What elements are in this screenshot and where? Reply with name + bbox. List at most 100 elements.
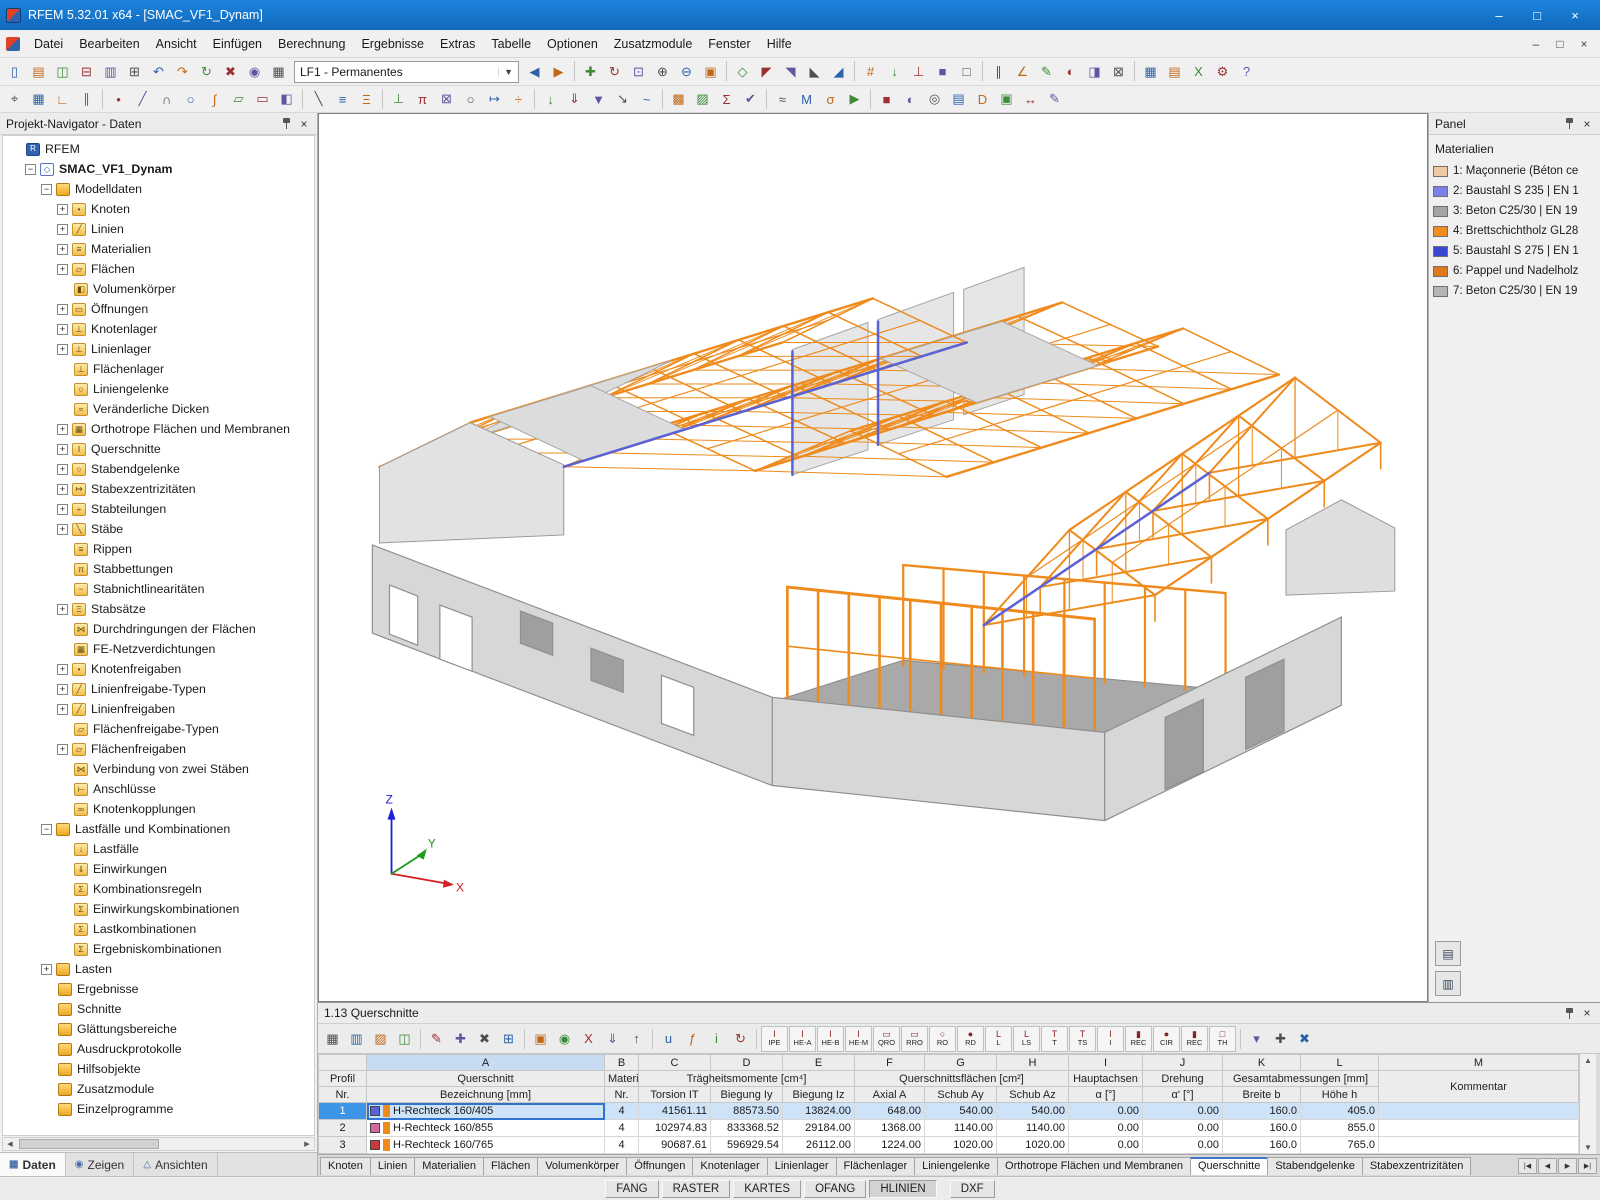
table-tab-fl-chenlager[interactable]: Flächenlager xyxy=(835,1156,916,1175)
table-cell[interactable]: 0.00 xyxy=(1068,1102,1143,1120)
tree-item-stabbettungen[interactable]: π Stabbettungen xyxy=(5,559,314,579)
internal-forces-icon[interactable]: M xyxy=(795,88,818,110)
comment-icon[interactable]: ✎ xyxy=(1035,61,1058,83)
table-tab-knotenlager[interactable]: Knotenlager xyxy=(692,1156,768,1175)
tree-item-fe-netzverdichtungen[interactable]: ▦ FE-Netzverdichtungen xyxy=(5,639,314,659)
tables-icon[interactable]: ▦ xyxy=(1139,61,1162,83)
material-legend-item[interactable]: 5: Baustahl S 275 | EN 1 xyxy=(1433,241,1596,261)
fe-mesh-icon[interactable]: ▩ xyxy=(667,88,690,110)
tree-item-st-be[interactable]: + ╲ Stäbe xyxy=(5,519,314,539)
guidelines-icon[interactable]: ∥ xyxy=(987,61,1010,83)
table-cell[interactable]: 1140.00 xyxy=(996,1119,1069,1137)
pin-icon[interactable] xyxy=(281,117,293,130)
table-cell[interactable]: 0.00 xyxy=(1142,1119,1223,1137)
new-solid-icon[interactable]: ◧ xyxy=(275,88,298,110)
previous-table-tab-icon[interactable]: ◀ xyxy=(1538,1157,1557,1174)
move-view-icon[interactable]: ✚ xyxy=(579,61,602,83)
table-cell[interactable]: 540.00 xyxy=(996,1102,1069,1120)
more-sections-icon[interactable]: ▾ xyxy=(1245,1028,1268,1050)
cross-section-name-cell[interactable]: H-Rechteck 160/405 xyxy=(366,1102,605,1120)
doc-close-button[interactable]: × xyxy=(1572,34,1596,54)
visibility-mode-icon[interactable]: ◐ xyxy=(1059,61,1082,83)
table-cell[interactable]: 0.00 xyxy=(1142,1136,1223,1154)
zoom-out-icon[interactable]: ⊖ xyxy=(675,61,698,83)
open-file-icon[interactable]: ▤ xyxy=(27,61,50,83)
ortho-mode-icon[interactable]: ∟ xyxy=(51,88,74,110)
doc-minimize-button[interactable]: – xyxy=(1524,34,1548,54)
tree-expander-icon[interactable]: + xyxy=(41,963,52,975)
maximize-button[interactable]: □ xyxy=(1518,3,1556,27)
table-cell[interactable]: 1368.00 xyxy=(854,1119,925,1137)
table-cell[interactable]: 405.0 xyxy=(1300,1102,1379,1120)
section-type-ipe-button[interactable]: I IPE xyxy=(761,1025,788,1052)
redo-icon[interactable]: ↷ xyxy=(171,61,194,83)
tree-item-linienlager[interactable]: + ⊥ Linienlager xyxy=(5,339,314,359)
section-type-rd-button[interactable]: ● RD xyxy=(957,1025,984,1052)
new-section-icon[interactable]: ✚ xyxy=(1269,1028,1292,1050)
table-cell[interactable]: 833368.52 xyxy=(710,1119,783,1137)
tree-expander-icon[interactable]: + xyxy=(57,243,68,255)
surface-support-icon[interactable]: ⊠ xyxy=(435,88,458,110)
dxf-underlay-icon[interactable]: D xyxy=(971,88,994,110)
table-tab-stabendgelenke[interactable]: Stabendgelenke xyxy=(1267,1156,1363,1175)
first-table-tab-icon[interactable]: |◀ xyxy=(1518,1157,1537,1174)
snap-icon[interactable]: ⌖ xyxy=(3,88,26,110)
table-tab-linienlager[interactable]: Linienlager xyxy=(766,1156,837,1175)
scroll-right-icon[interactable]: ▶ xyxy=(300,1140,314,1148)
table-cell[interactable]: 596929.54 xyxy=(710,1136,783,1154)
menu-ergebnisse[interactable]: Ergebnisse xyxy=(353,33,432,55)
column-letter-H[interactable]: H xyxy=(996,1054,1069,1071)
surface-load-icon[interactable]: ▼ xyxy=(587,88,610,110)
close-icon[interactable]: × xyxy=(1580,117,1594,131)
tree-item-zusatzmodule[interactable]: Zusatzmodule xyxy=(5,1079,314,1099)
tree-item-materialien[interactable]: + ≡ Materialien xyxy=(5,239,314,259)
grid-icon[interactable]: ▦ xyxy=(27,88,50,110)
copy-row-icon[interactable]: ⊞ xyxy=(497,1028,520,1050)
tree-item-schnitte[interactable]: Schnitte xyxy=(5,999,314,1019)
navigator-horizontal-scrollbar[interactable]: ◀ ▶ xyxy=(2,1137,315,1151)
table-cell[interactable]: 88573.50 xyxy=(710,1102,783,1120)
tree-item-durchdringungen-der-fl-chen[interactable]: ⋈ Durchdringungen der Flächen xyxy=(5,619,314,639)
table-cell[interactable] xyxy=(1378,1102,1579,1120)
new-rib-icon[interactable]: ≡ xyxy=(331,88,354,110)
regenerate-model-icon[interactable]: ↻ xyxy=(195,61,218,83)
block-manager-icon[interactable]: ▣ xyxy=(995,88,1018,110)
export-table-icon[interactable]: ↑ xyxy=(625,1028,648,1050)
print-preview-icon[interactable]: ▥ xyxy=(99,61,122,83)
tree-item-stabnichtlinearit-ten[interactable]: ~ Stabnichtlinearitäten xyxy=(5,579,314,599)
tree-item-modelldaten[interactable]: − Modelldaten xyxy=(5,179,314,199)
tree-expander-icon[interactable]: + xyxy=(57,743,68,755)
navigator-tab-zeigen[interactable]: ◉ Zeigen xyxy=(66,1153,135,1176)
nodal-load-icon[interactable]: ↓ xyxy=(539,88,562,110)
table-cell[interactable]: 855.0 xyxy=(1300,1119,1379,1137)
full-render-icon[interactable]: ■ xyxy=(875,88,898,110)
table-tab-knoten[interactable]: Knoten xyxy=(320,1156,371,1175)
tree-expander-icon[interactable]: + xyxy=(57,603,68,615)
table-tab-fl-chen[interactable]: Flächen xyxy=(483,1156,539,1175)
import-table-icon[interactable]: ⇓ xyxy=(601,1028,624,1050)
close-button[interactable]: × xyxy=(1556,3,1594,27)
section-type-ls-button[interactable]: L LS xyxy=(1013,1025,1040,1052)
zoom-all-icon[interactable]: ▣ xyxy=(699,61,722,83)
table-cell[interactable]: 1224.00 xyxy=(854,1136,925,1154)
scroll-up-icon[interactable]: ▲ xyxy=(1584,1056,1592,1065)
table-tab-orthotrope-fl-chen-und-membranen[interactable]: Orthotrope Flächen und Membranen xyxy=(997,1156,1191,1175)
insert-row-icon[interactable]: ✚ xyxy=(449,1028,472,1050)
table-cell[interactable]: 160.0 xyxy=(1222,1102,1301,1120)
tree-item-knotenfreigaben[interactable]: + • Knotenfreigaben xyxy=(5,659,314,679)
printout-report-icon[interactable]: ▤ xyxy=(1163,61,1186,83)
print-icon[interactable]: ⊟ xyxy=(75,61,98,83)
tree-expander-icon[interactable]: + xyxy=(57,703,68,715)
column-letter-B[interactable]: B xyxy=(604,1054,639,1071)
table-cell[interactable]: 1020.00 xyxy=(924,1136,997,1154)
last-table-tab-icon[interactable]: ▶| xyxy=(1578,1157,1597,1174)
navigator-tab-ansichten[interactable]: △ Ansichten xyxy=(134,1153,218,1176)
menu-optionen[interactable]: Optionen xyxy=(539,33,606,55)
model-3d-view[interactable]: Z X Y xyxy=(319,114,1427,1001)
status-toggle-ofang[interactable]: OFANG xyxy=(804,1179,867,1198)
menu-ansicht[interactable]: Ansicht xyxy=(148,33,205,55)
show-supports-icon[interactable]: ⊥ xyxy=(907,61,930,83)
material-legend-item[interactable]: 7: Beton C25/30 | EN 19 xyxy=(1433,281,1596,301)
tree-item-ver-nderliche-dicken[interactable]: ≈ Veränderliche Dicken xyxy=(5,399,314,419)
table-cell[interactable]: 29184.00 xyxy=(782,1119,855,1137)
